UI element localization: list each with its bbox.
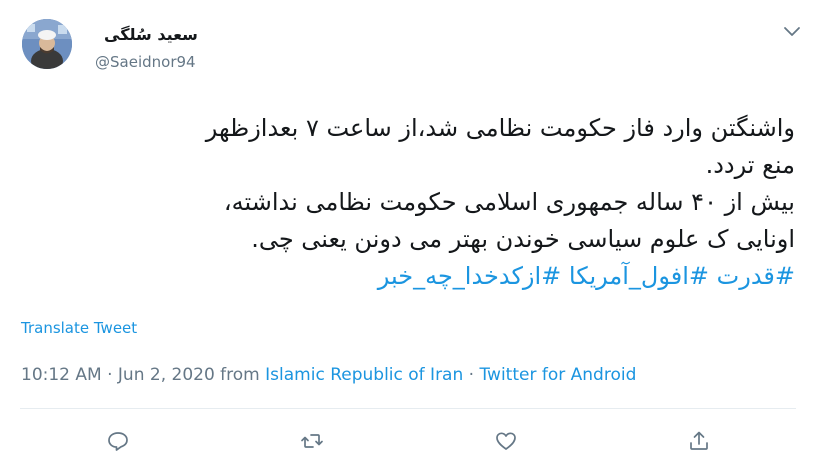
user-handle[interactable]: @Saeidnor94 — [95, 53, 196, 71]
tweet-line: واشنگتن وارد فاز حکومت نظامی شد،از ساعت … — [205, 114, 795, 142]
tweet-date[interactable]: Jun 2, 2020 — [118, 365, 215, 385]
retweet-icon — [301, 434, 323, 448]
tweet-text: واشنگتن وارد فاز حکومت نظامی شد،از ساعت … — [20, 110, 795, 295]
share-icon — [690, 431, 708, 450]
reply-icon — [108, 432, 128, 451]
action-bar — [0, 425, 816, 457]
tweet-line: منع تردد. — [705, 151, 795, 179]
location-link[interactable]: Islamic Republic of Iran — [265, 365, 463, 385]
meta-separator: · — [101, 365, 118, 385]
tweet-line: اونایی ک علوم سیاسی خوندن بهتر می دونن ی… — [251, 225, 795, 253]
share-button[interactable] — [683, 425, 715, 457]
meta-separator: · — [463, 365, 480, 385]
tweet-time[interactable]: 10:12 AM — [21, 365, 102, 385]
avatar-image — [22, 19, 72, 69]
retweet-button[interactable] — [296, 425, 328, 457]
avatar[interactable] — [22, 19, 72, 69]
hashtag-links[interactable]: #قدرت #افول_آمریکا #ازکدخدا_چه_خبر — [20, 258, 795, 295]
from-label: from — [214, 365, 266, 385]
display-name[interactable]: سعید سُلگی — [104, 25, 198, 44]
chevron-down-icon[interactable] — [780, 20, 804, 44]
translate-tweet-link[interactable]: Translate Tweet — [21, 319, 137, 337]
tweet-line: بیش از ۴۰ ساله جمهوری اسلامی حکومت نظامی… — [223, 188, 795, 216]
divider — [20, 408, 796, 409]
like-button[interactable] — [490, 425, 522, 457]
reply-button[interactable] — [102, 425, 134, 457]
source-link[interactable]: Twitter for Android — [479, 365, 636, 385]
tweet-metadata: 10:12 AM · Jun 2, 2020 from Islamic Repu… — [21, 365, 636, 385]
heart-icon — [496, 432, 516, 450]
